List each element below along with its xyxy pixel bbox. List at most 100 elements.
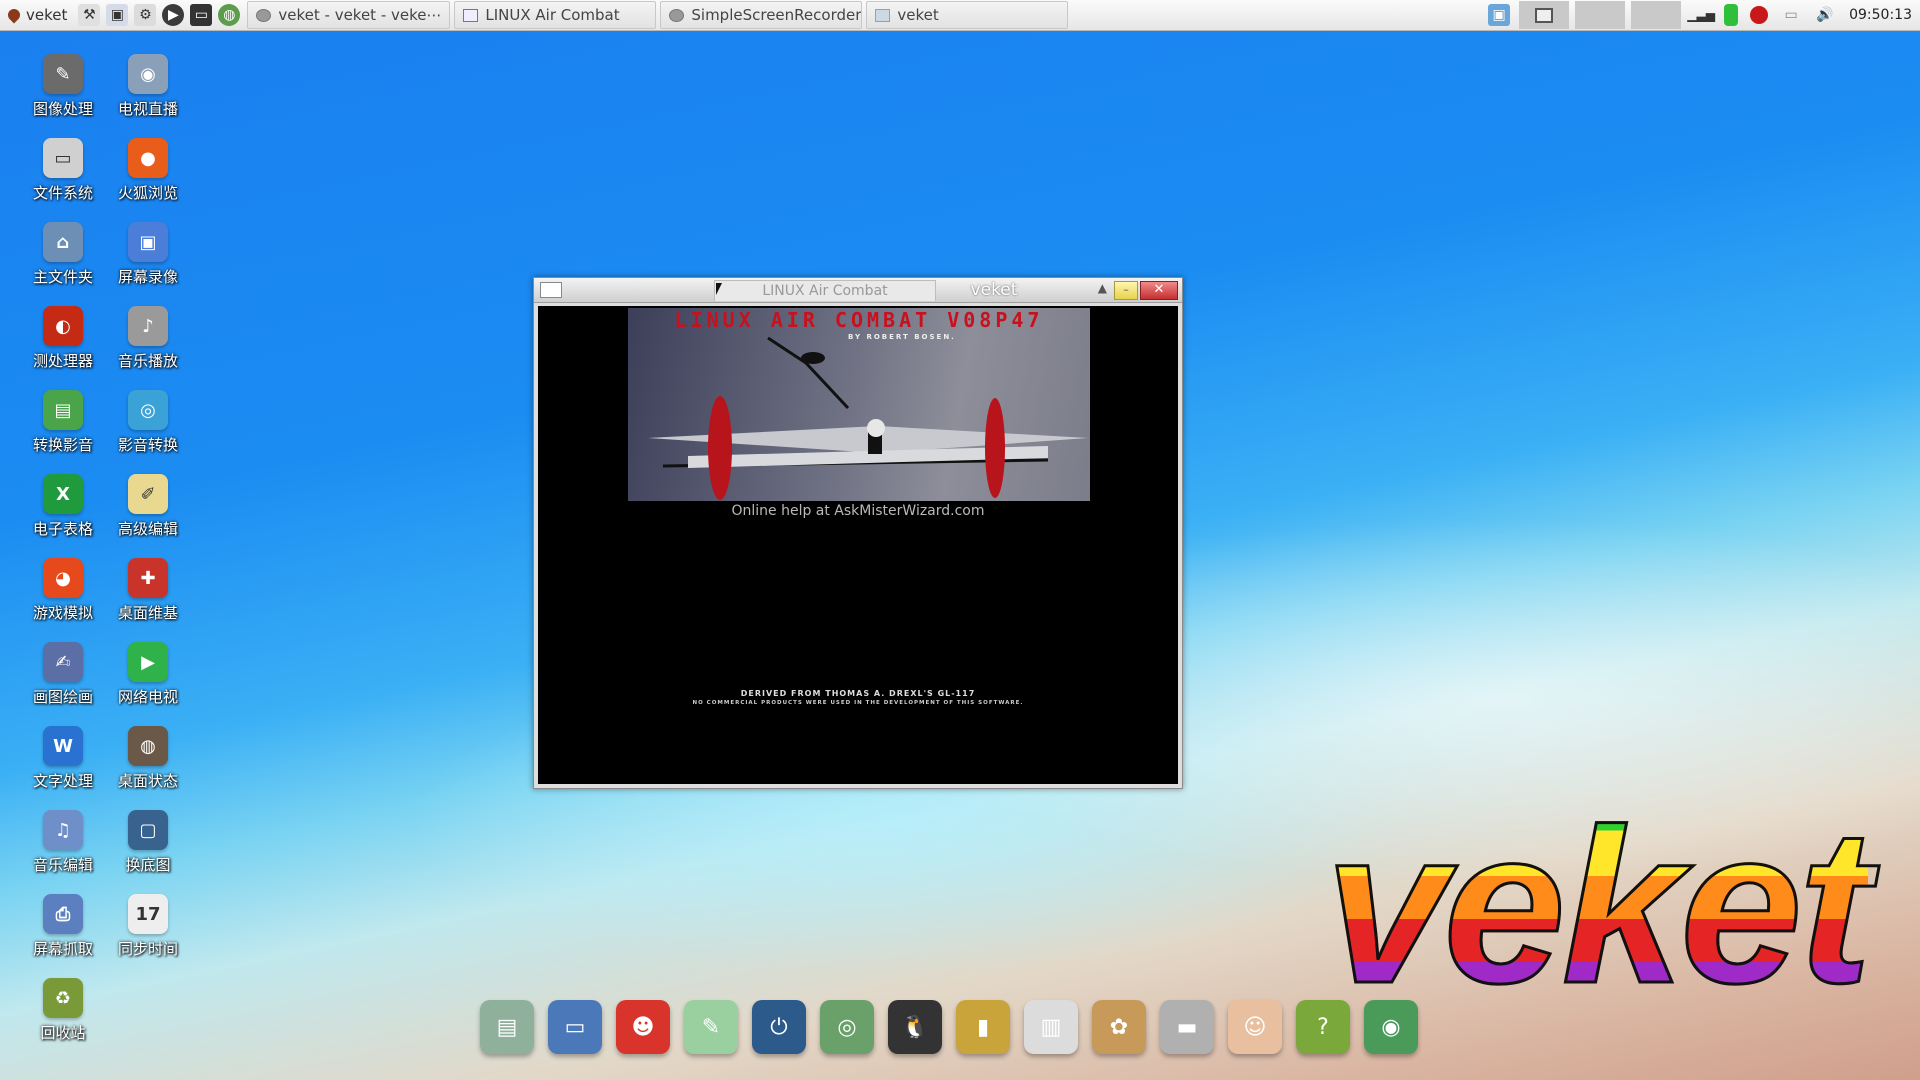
- desktop-icon-label: 音乐编辑: [32, 856, 93, 874]
- book-dock-icon[interactable]: ▮: [956, 1000, 1010, 1054]
- game-title: LINUX AIR COMBAT V08P47: [674, 308, 1044, 332]
- start-menu-button[interactable]: veket: [0, 0, 75, 30]
- desktop-icon[interactable]: X 电子表格: [18, 474, 108, 539]
- system-tray: ▣ ▁▃▅ ▭ 🔊 09:50:13: [1485, 0, 1920, 30]
- desktop-icon-label: 火狐浏览: [117, 184, 178, 202]
- derived-credit: DERIVED FROM THOMAS A. DREXL'S GL-117: [740, 689, 976, 698]
- usb-dock-icon[interactable]: ▬: [1160, 1000, 1214, 1054]
- display-tray-icon[interactable]: ▣: [1488, 4, 1511, 26]
- close-button[interactable]: ✕: [1140, 281, 1178, 300]
- task-browser[interactable]: veket - veket - veke⋯: [247, 1, 451, 29]
- window-icon: [463, 8, 479, 22]
- desktop-icon[interactable]: ⌂ 主文件夹: [18, 222, 108, 287]
- desktop-icon[interactable]: ▣ 屏幕录像: [103, 222, 193, 287]
- signal-icon[interactable]: ▁▃▅: [1687, 4, 1715, 26]
- desktop-icon[interactable]: ◎ 影音转换: [103, 390, 193, 455]
- air-combat-window: LINUX Air Combat veket ▲ – ✕ LINUX AIR C…: [533, 277, 1183, 789]
- play-quicklaunch-icon[interactable]: ▶: [162, 4, 185, 26]
- no-commercial-notice: NO COMMERCIAL PRODUCTS WERE USED IN THE …: [692, 700, 1024, 706]
- task-linux-air-combat[interactable]: LINUX Air Combat: [454, 1, 657, 29]
- desktop-icon-label: 音乐播放: [117, 352, 178, 370]
- clock[interactable]: 09:50:13: [1849, 7, 1912, 23]
- app-icon: ♫: [43, 810, 83, 850]
- app-icon: ◐: [43, 306, 83, 346]
- browser-quicklaunch-icon[interactable]: ◍: [218, 4, 241, 26]
- tools-quicklaunch-icon[interactable]: ⚒: [78, 4, 101, 26]
- desktop-icon[interactable]: ▶ 网络电视: [103, 642, 193, 707]
- files-dock-icon[interactable]: ▤: [480, 1000, 534, 1054]
- workspace-3[interactable]: [1631, 1, 1682, 29]
- app-icon: ◍: [128, 726, 168, 766]
- terminal-quicklaunch-icon[interactable]: ▭: [190, 4, 213, 26]
- desktop-icon[interactable]: ♻ 回收站: [18, 978, 108, 1043]
- desktop-icon[interactable]: ◍ 桌面状态: [103, 726, 193, 791]
- desktop-icon-label: 网络电视: [117, 688, 178, 706]
- palette-dock-icon[interactable]: ✿: [1092, 1000, 1146, 1054]
- desktop-icon[interactable]: ✎ 图像处理: [18, 54, 108, 119]
- help-dock-icon[interactable]: ?: [1296, 1000, 1350, 1054]
- desktop-icon[interactable]: ♪ 音乐播放: [103, 306, 193, 371]
- desktop-icon[interactable]: ◉ 电视直播: [103, 54, 193, 119]
- task-label: LINUX Air Combat: [485, 6, 620, 24]
- app-icon: 17: [128, 894, 168, 934]
- splash-image: LINUX AIR COMBAT V08P47 BY ROBERT BOSEN.: [628, 308, 1090, 501]
- desktop-icon-label: 换底图: [125, 856, 171, 874]
- image-viewer-quicklaunch-icon[interactable]: ▣: [106, 4, 129, 26]
- task-simplescreenrecorder[interactable]: SimpleScreenRecorder: [660, 1, 863, 29]
- app-icon: ♪: [128, 306, 168, 346]
- window-titlebar[interactable]: LINUX Air Combat veket ▲ – ✕: [534, 278, 1182, 303]
- tab-veket[interactable]: veket: [939, 278, 1049, 302]
- desktop-icon-label: 桌面状态: [117, 772, 178, 790]
- editor-dock-icon[interactable]: ✎: [684, 1000, 738, 1054]
- app-icon: ✚: [128, 558, 168, 598]
- desktop-icon-label: 高级编辑: [117, 520, 178, 538]
- window-menu-icon[interactable]: [540, 282, 562, 298]
- desktop-icon-label: 图像处理: [32, 100, 93, 118]
- veket-dock-icon[interactable]: ☺: [1228, 1000, 1282, 1054]
- desktop-icon[interactable]: W 文字处理: [18, 726, 108, 791]
- desktop-icon-label: 电视直播: [117, 100, 178, 118]
- desktop-icon[interactable]: ♫ 音乐编辑: [18, 810, 108, 875]
- desktop-icon[interactable]: ✚ 桌面维基: [103, 558, 193, 623]
- battery-icon[interactable]: [1724, 4, 1739, 26]
- app-icon: ✍: [43, 642, 83, 682]
- desktop-icon[interactable]: ● 火狐浏览: [103, 138, 193, 203]
- app-icon: ▶: [128, 642, 168, 682]
- desktop-icon[interactable]: ▤ 转换影音: [18, 390, 108, 455]
- workspace-2[interactable]: [1575, 1, 1626, 29]
- power-dock-icon[interactable]: ⏻: [752, 1000, 806, 1054]
- monitor-dock-icon[interactable]: ▭: [548, 1000, 602, 1054]
- settings-quicklaunch-icon[interactable]: ⚙: [134, 4, 157, 26]
- browser-icon: [256, 8, 272, 22]
- app-icon: ✐: [128, 474, 168, 514]
- chart-dock-icon[interactable]: ▥: [1024, 1000, 1078, 1054]
- mascot-dock-icon[interactable]: ☻: [616, 1000, 670, 1054]
- desktop-icon[interactable]: ◐ 测处理器: [18, 306, 108, 371]
- desktop-icon[interactable]: ▭ 文件系统: [18, 138, 108, 203]
- desktop-icon[interactable]: ✍ 画图绘画: [18, 642, 108, 707]
- network-dock-icon[interactable]: ◎: [820, 1000, 874, 1054]
- camera-dock-icon[interactable]: ◉: [1364, 1000, 1418, 1054]
- mouse-cursor-icon: [716, 283, 722, 295]
- app-icon: ▢: [128, 810, 168, 850]
- shade-arrow-icon[interactable]: ▲: [1098, 281, 1107, 295]
- tab-linux-air-combat[interactable]: LINUX Air Combat: [714, 280, 936, 301]
- workspace-1[interactable]: [1519, 1, 1570, 29]
- record-icon[interactable]: [1750, 6, 1769, 24]
- penguin-dock-icon[interactable]: 🐧: [888, 1000, 942, 1054]
- app-icon: ◕: [43, 558, 83, 598]
- network-icon[interactable]: ▭: [1780, 4, 1802, 26]
- desktop-icon[interactable]: ⎙ 屏幕抓取: [18, 894, 108, 959]
- game-canvas[interactable]: LINUX AIR COMBAT V08P47 BY ROBERT BOSEN.…: [538, 306, 1178, 784]
- desktop-icon[interactable]: ◕ 游戏模拟: [18, 558, 108, 623]
- volume-icon[interactable]: 🔊: [1814, 4, 1836, 26]
- game-byline: BY ROBERT BOSEN.: [848, 333, 956, 341]
- app-icon: X: [43, 474, 83, 514]
- desktop-icon[interactable]: ✐ 高级编辑: [103, 474, 193, 539]
- desktop-icon[interactable]: ▢ 换底图: [103, 810, 193, 875]
- task-veket-folder[interactable]: veket: [866, 1, 1069, 29]
- desktop-icon-label: 画图绘画: [32, 688, 93, 706]
- app-icon: ♻: [43, 978, 83, 1018]
- minimize-button[interactable]: –: [1114, 281, 1138, 300]
- desktop-icon[interactable]: 17 同步时间: [103, 894, 193, 959]
